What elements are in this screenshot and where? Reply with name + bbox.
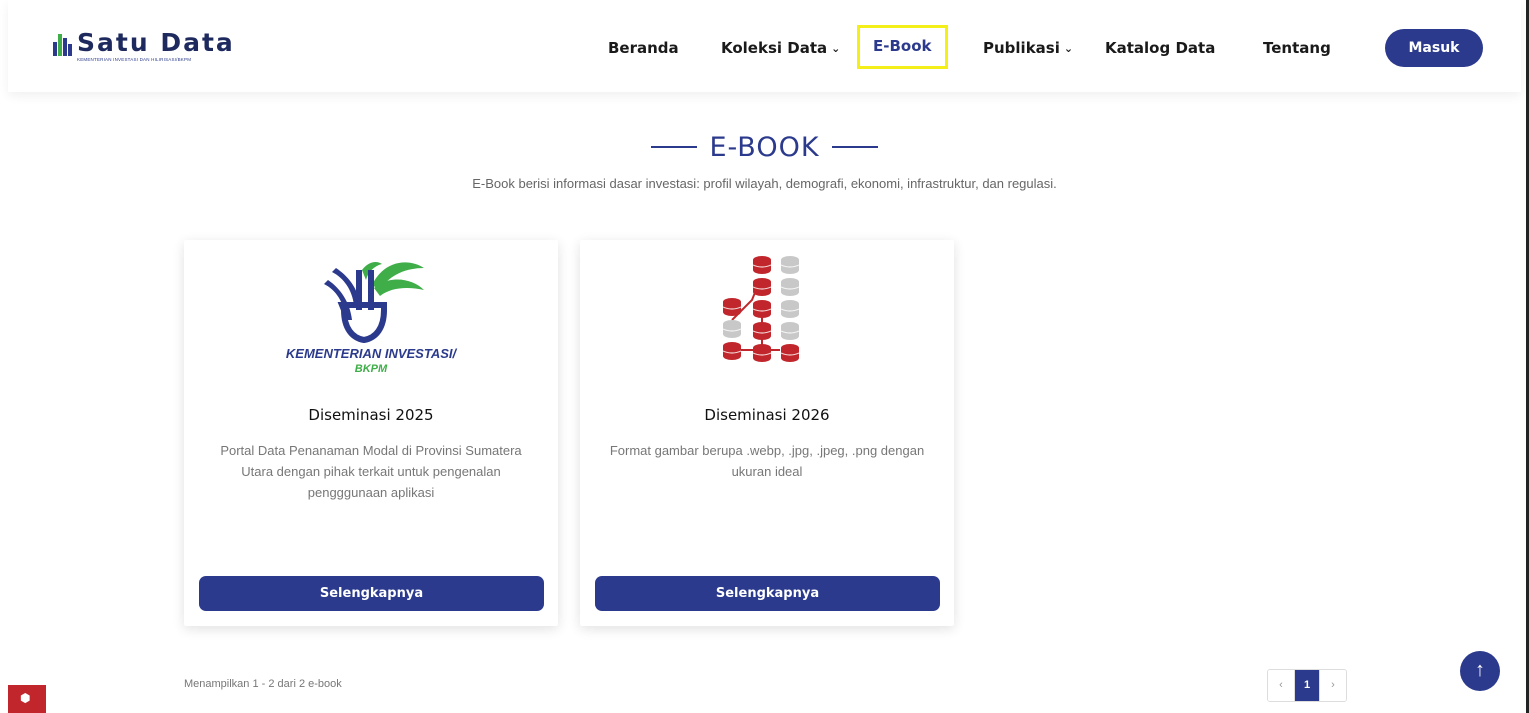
prev-page-button[interactable]: ‹ xyxy=(1268,670,1294,701)
database-network-icon xyxy=(722,256,800,362)
nav-ebook-label: E-Book xyxy=(873,37,932,55)
card-title: Diseminasi 2026 xyxy=(704,406,830,424)
logo-text-line1: KEMENTERIAN INVESTASI/ xyxy=(286,346,458,361)
nav-koleksi-data[interactable]: Koleksi Data ⌄ xyxy=(721,28,840,68)
ebook-card: Diseminasi 2026 Format gambar berupa .we… xyxy=(580,240,954,626)
page-title-text: E-BOOK xyxy=(709,132,820,163)
chevron-down-icon: ⌄ xyxy=(1063,42,1074,55)
results-count: Menampilkan 1 - 2 dari 2 e-book xyxy=(184,678,342,690)
title-line-left xyxy=(651,145,698,148)
ministry-emblem-icon: KEMENTERIAN INVESTASI/ BKPM xyxy=(286,262,458,375)
laravel-icon: ⬢ xyxy=(20,691,31,705)
nav-publikasi[interactable]: Publikasi ⌄ xyxy=(983,28,1073,68)
nav-beranda-label: Beranda xyxy=(608,39,679,57)
arrow-up-icon: ↑ xyxy=(1475,659,1485,681)
card-title: Diseminasi 2025 xyxy=(308,406,434,424)
card-description: Format gambar berupa .webp, .jpg, .jpeg,… xyxy=(609,443,925,479)
nav-katalog-data[interactable]: Katalog Data xyxy=(1105,28,1215,68)
nav-koleksi-label: Koleksi Data xyxy=(721,39,828,57)
card-description: Portal Data Penanaman Modal di Provinsi … xyxy=(220,443,522,500)
nav-ebook[interactable]: E-Book xyxy=(857,25,948,69)
page-title: E-BOOK xyxy=(0,132,1529,163)
chevron-down-icon: ⌄ xyxy=(831,42,841,55)
nav-beranda[interactable]: Beranda xyxy=(608,28,679,68)
title-line-right xyxy=(831,145,878,148)
logo-text-line2: BKPM xyxy=(355,363,388,375)
selengkapnya-button[interactable]: Selengkapnya xyxy=(595,576,940,611)
login-button[interactable]: Masuk xyxy=(1385,29,1483,67)
selengkapnya-button[interactable]: Selengkapnya xyxy=(199,576,544,611)
nav-tentang[interactable]: Tentang xyxy=(1263,28,1331,68)
back-to-top-button[interactable]: ↑ xyxy=(1460,651,1500,691)
main-nav: Beranda Koleksi Data ⌄ E-Book Publikasi ⌄ … xyxy=(8,25,1521,69)
corner-badge[interactable]: ⬢ xyxy=(8,685,46,713)
page-1-button[interactable]: 1 xyxy=(1294,670,1320,701)
next-page-button[interactable]: › xyxy=(1320,670,1346,701)
ministry-logo: KEMENTERIAN INVESTASI/ BKPM xyxy=(184,250,558,390)
nav-publikasi-label: Publikasi xyxy=(983,39,1060,57)
pagination: ‹ 1 › xyxy=(1267,669,1347,702)
nav-tentang-label: Tentang xyxy=(1263,39,1331,57)
ebook-card: KEMENTERIAN INVESTASI/ BKPM Diseminasi 2… xyxy=(184,240,558,626)
site-header: Satu Data KEMENTERIAN INVESTASI DAN HILI… xyxy=(8,0,1521,92)
page-description: E-Book berisi informasi dasar investasi:… xyxy=(472,176,1057,191)
database-illustration xyxy=(580,250,954,390)
nav-katalog-label: Katalog Data xyxy=(1105,39,1216,57)
